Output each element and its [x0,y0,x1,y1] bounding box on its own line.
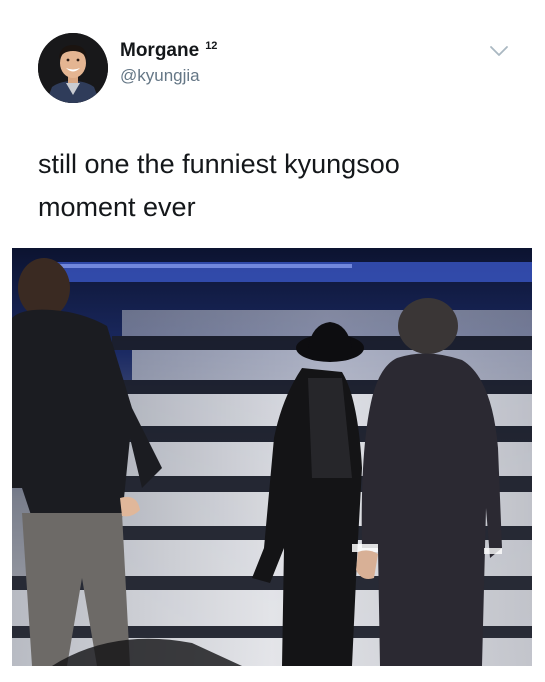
stage-photo-icon [12,248,532,666]
display-name[interactable]: Morgane [120,40,199,62]
user-handle[interactable]: @kyungjia [120,65,217,87]
display-name-row: Morgane 12 [120,40,217,64]
tweet-media[interactable] [12,248,532,666]
tweet-card[interactable]: Morgane 12 @kyungjia still one the funni… [0,0,545,682]
avatar[interactable] [38,33,108,103]
author-block[interactable]: Morgane 12 @kyungjia [120,40,217,87]
profile-photo-icon [38,33,108,103]
badge-count: 12 [205,40,218,52]
chevron-down-icon[interactable] [489,44,509,58]
tweet-text: still one the funniest kyungsoo moment e… [38,149,400,222]
